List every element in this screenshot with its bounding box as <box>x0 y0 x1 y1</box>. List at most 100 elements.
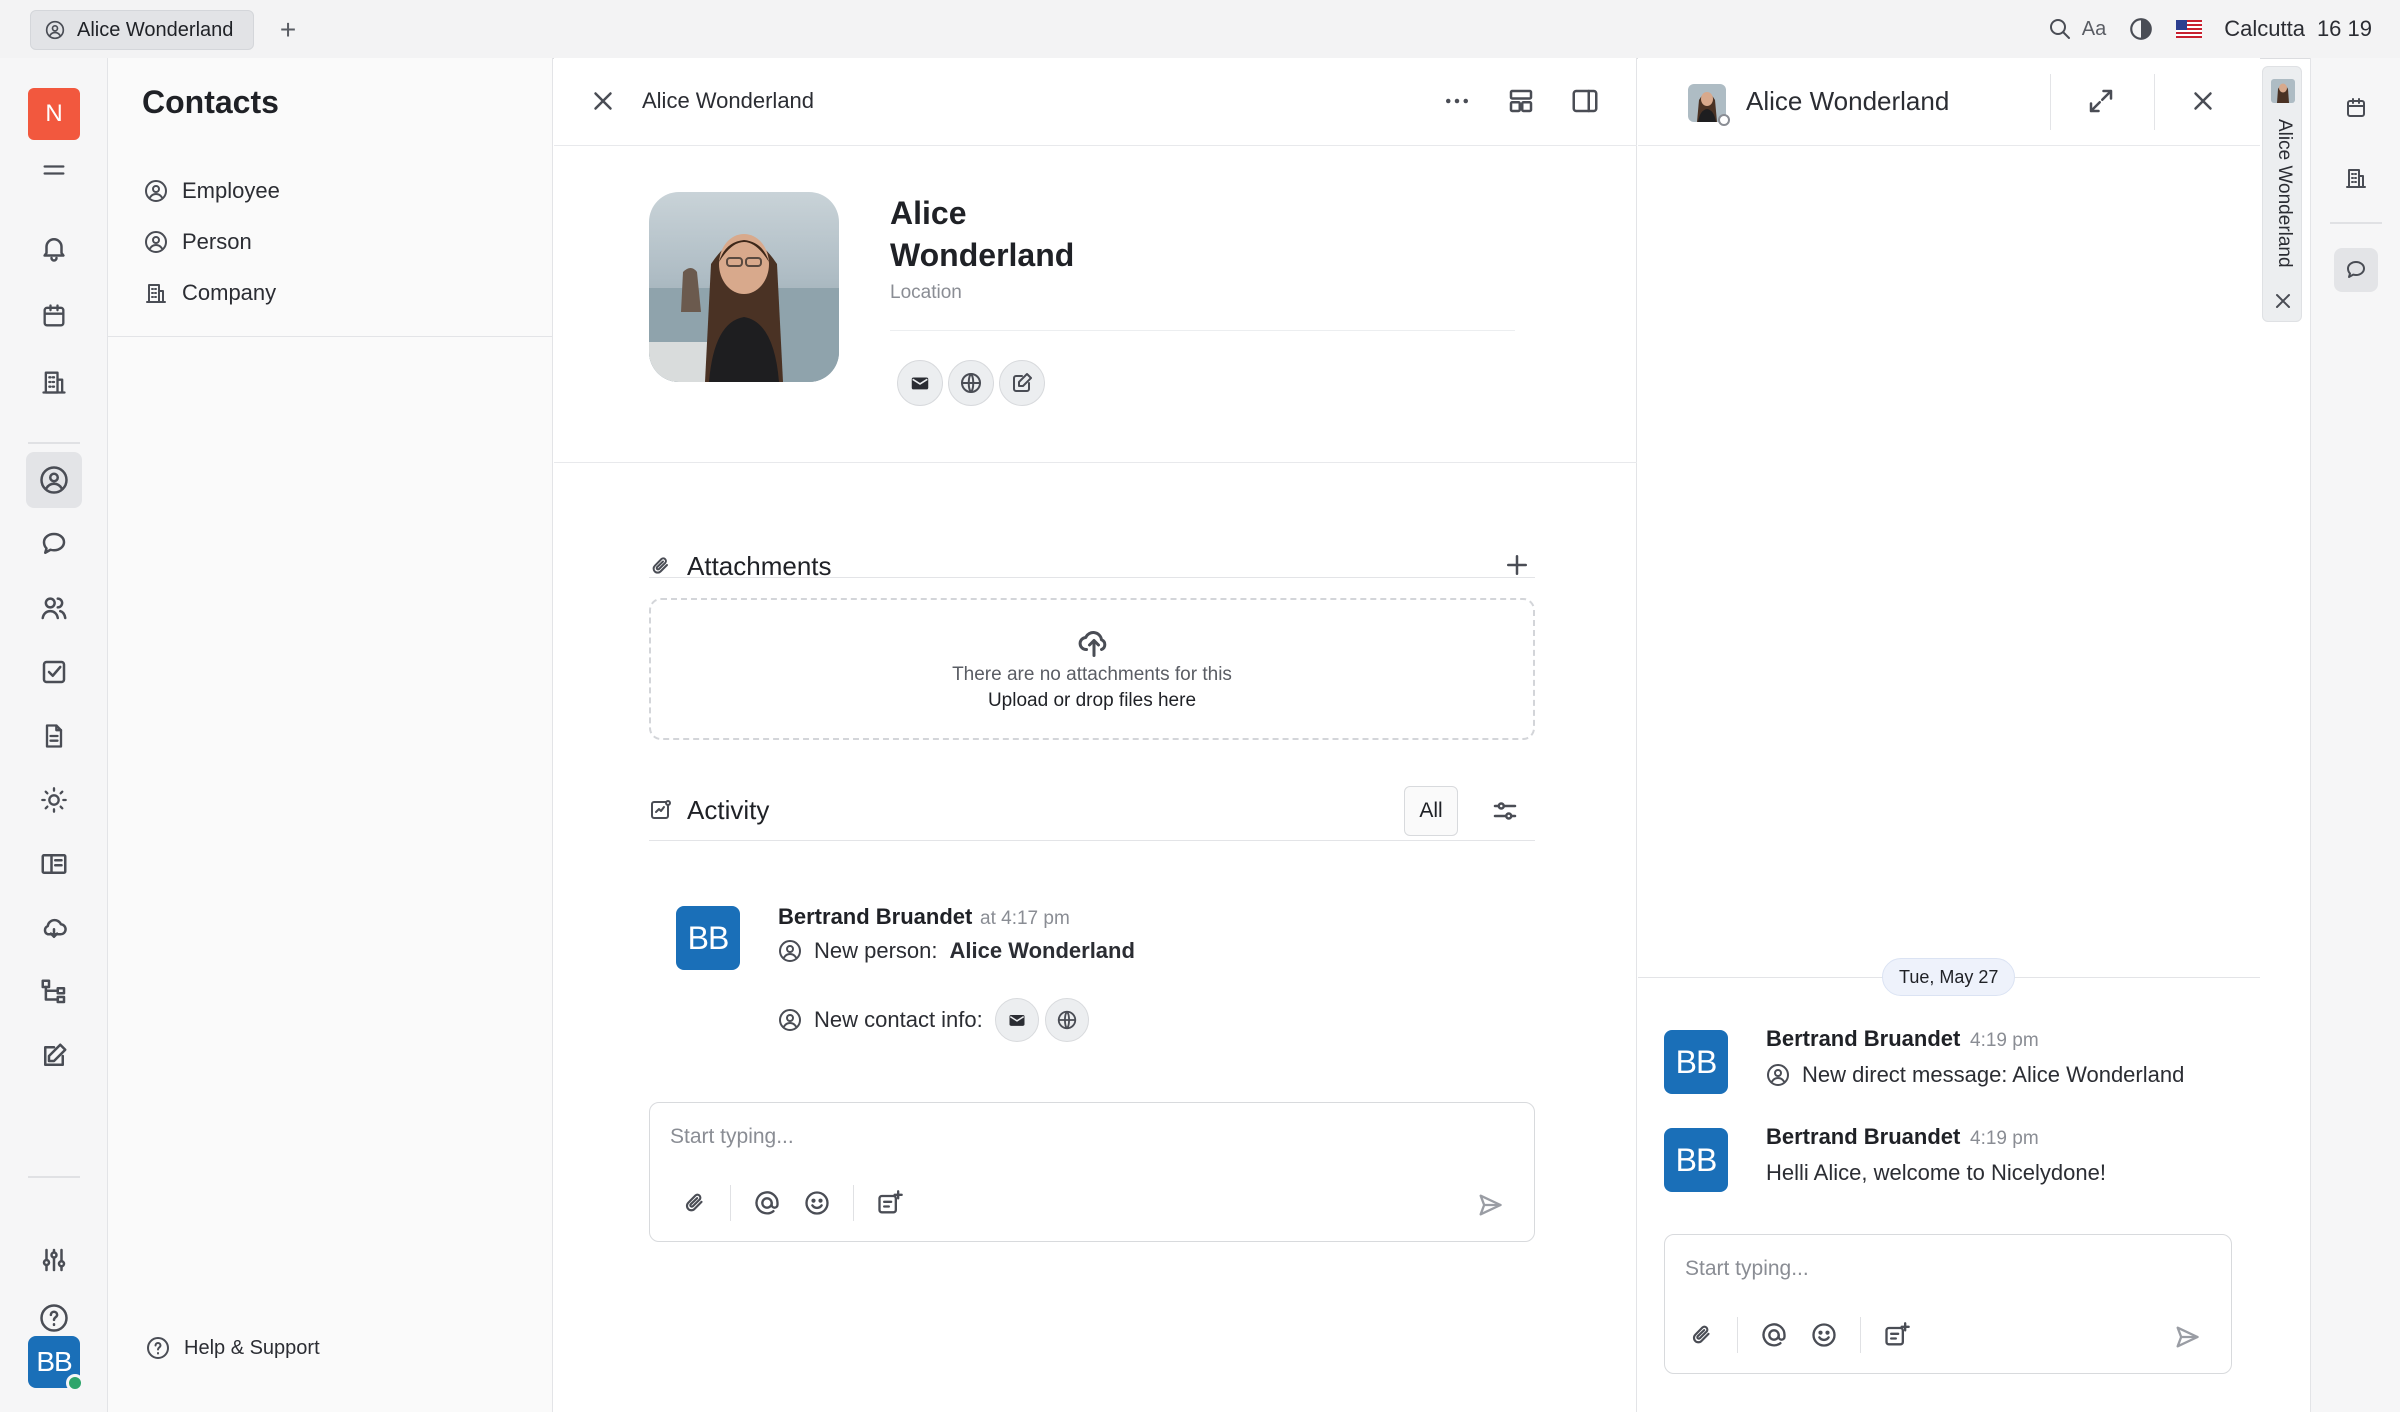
sidebar-chat-button[interactable] <box>2334 248 2378 292</box>
help-support-link[interactable]: Help & Support <box>146 1336 320 1360</box>
activity-title: Activity <box>687 794 770 825</box>
toggle-sidebar-button[interactable] <box>1570 86 1600 116</box>
calendar-button[interactable] <box>26 288 82 344</box>
message-body: New direct message: Alice Wonderland <box>1802 1062 2185 1087</box>
activity-email-chip[interactable] <box>994 998 1039 1042</box>
rail-divider <box>28 442 80 444</box>
send-button[interactable] <box>1476 1191 1504 1219</box>
location-field[interactable]: Location <box>890 282 962 304</box>
edit-button[interactable] <box>26 1028 82 1084</box>
recruiting-button[interactable] <box>26 580 82 636</box>
activity-composer[interactable]: Start typing... <box>649 1102 1535 1242</box>
mention-icon[interactable] <box>1760 1321 1788 1349</box>
right-sidebar <box>2310 58 2400 1412</box>
activity-author-avatar[interactable]: BB <box>676 906 740 970</box>
knowledge-button[interactable] <box>26 836 82 892</box>
contact-name[interactable]: Alice Wonderland <box>890 192 1074 276</box>
close-chat-button[interactable] <box>2188 86 2218 116</box>
activity-composer-input[interactable]: Start typing... <box>670 1125 794 1149</box>
emoji-icon[interactable] <box>803 1189 831 1217</box>
top-bar: Alice Wonderland + Aa Calcutta 16 19 <box>0 0 2400 58</box>
add-contact-info-button[interactable] <box>999 360 1045 406</box>
sidebar-calendar-button[interactable] <box>2328 80 2384 136</box>
world-clock[interactable]: Calcutta 16 19 <box>2224 16 2372 42</box>
nav-item-person[interactable]: Person <box>144 222 252 262</box>
detail-header-title: Alice Wonderland <box>642 88 815 113</box>
close-detail-button[interactable] <box>588 86 618 116</box>
vertical-tab-avatar <box>2271 79 2295 103</box>
add-attachment-button[interactable] <box>1502 550 1532 580</box>
tasks-button[interactable] <box>26 644 82 700</box>
contacts-nav-panel: Contacts Employee Person Company Help & … <box>108 58 553 1412</box>
activity-website-chip[interactable] <box>1044 998 1089 1042</box>
email-contact-button[interactable] <box>897 360 943 406</box>
mail-icon <box>911 377 929 390</box>
first-name[interactable]: Alice <box>890 192 1074 234</box>
menu-button[interactable] <box>26 142 82 198</box>
nav-item-company[interactable]: Company <box>144 273 276 313</box>
notifications-button[interactable] <box>26 220 82 276</box>
activity-filter-all-button[interactable]: All <box>1404 786 1458 836</box>
workspace-logo[interactable]: N <box>28 88 80 140</box>
message-author-name[interactable]: Bertrand Bruandet <box>1766 1124 1960 1150</box>
profile-photo[interactable] <box>649 192 839 382</box>
search-icon[interactable] <box>2048 17 2072 41</box>
edit-icon <box>1013 373 1032 392</box>
layout-button[interactable] <box>1506 86 1536 116</box>
vertical-tab-label: Alice Wonderland <box>2274 119 2295 268</box>
message-author-name[interactable]: Bertrand Bruandet <box>1766 1026 1960 1052</box>
activity-person-link[interactable]: Alice Wonderland <box>950 938 1135 964</box>
office-button[interactable] <box>26 354 82 410</box>
messages-button[interactable] <box>26 516 82 572</box>
chat-panel: Alice Wonderland Tue, May 27 BB Bertrand… <box>1638 58 2260 1412</box>
sidebar-right-icon <box>1572 89 1598 113</box>
sidebar-office-button[interactable] <box>2328 150 2384 206</box>
date-separator: Tue, May 27 <box>1882 958 2016 996</box>
paperclip-icon[interactable] <box>1689 1322 1715 1348</box>
emoji-icon[interactable] <box>1810 1321 1838 1349</box>
chat-composer-input[interactable]: Start typing... <box>1685 1257 1809 1281</box>
sunny-button[interactable] <box>26 772 82 828</box>
settings-button[interactable] <box>26 1232 82 1288</box>
theme-contrast-icon[interactable] <box>2128 16 2154 42</box>
add-tab-button[interactable]: + <box>270 12 306 48</box>
upload-files-text[interactable]: Upload or drop files here <box>651 690 1533 712</box>
search-font-group[interactable]: Aa <box>2048 17 2106 41</box>
mention-icon[interactable] <box>753 1189 781 1217</box>
close-vertical-tab-button[interactable] <box>2271 289 2295 313</box>
nav-item-employee[interactable]: Employee <box>144 171 280 211</box>
composer-toolbar <box>1689 1317 1911 1353</box>
no-attachments-text: There are no attachments for this <box>952 664 1232 685</box>
send-button[interactable] <box>2173 1323 2201 1351</box>
message-author-avatar[interactable]: BB <box>1664 1030 1728 1094</box>
chat-bubble-icon <box>2347 261 2365 278</box>
drive-button[interactable] <box>26 900 82 956</box>
hierarchy-button[interactable] <box>26 964 82 1020</box>
tab-alice-wonderland[interactable]: Alice Wonderland <box>30 10 255 50</box>
activity-section-title: Activity <box>649 792 769 828</box>
paperclip-icon[interactable] <box>682 1190 708 1216</box>
add-action-icon[interactable] <box>1883 1321 1911 1349</box>
us-flag-icon[interactable] <box>2176 20 2203 38</box>
expand-chat-button[interactable] <box>2086 86 2116 116</box>
building-icon <box>42 371 66 394</box>
user-avatar[interactable]: BB <box>28 1336 84 1392</box>
contacts-button[interactable] <box>26 452 82 508</box>
message-author-avatar[interactable]: BB <box>1664 1128 1728 1192</box>
attachments-dropzone[interactable]: There are no attachments for this Upload… <box>649 598 1535 740</box>
add-action-icon[interactable] <box>876 1189 904 1217</box>
chat-title[interactable]: Alice Wonderland <box>1746 86 1949 117</box>
chat-composer[interactable]: Start typing... <box>1664 1234 2232 1374</box>
vertical-chat-tab[interactable]: Alice Wonderland <box>2262 66 2302 322</box>
chat-header: Alice Wonderland <box>1638 58 2260 146</box>
more-options-button[interactable] <box>1442 86 1472 116</box>
question-circle-icon <box>40 1304 68 1332</box>
font-size-button[interactable]: Aa <box>2082 18 2106 41</box>
activity-filter-options-button[interactable] <box>1490 796 1520 826</box>
contact-detail-panel: Alice Wonderland Alice Wonderland Locati… <box>554 58 1637 1412</box>
activity-author-name[interactable]: Bertrand Bruandet <box>778 904 972 930</box>
documents-button[interactable] <box>26 708 82 764</box>
nav-title: Contacts <box>142 84 279 120</box>
website-contact-button[interactable] <box>948 360 994 406</box>
last-name[interactable]: Wonderland <box>890 234 1074 276</box>
